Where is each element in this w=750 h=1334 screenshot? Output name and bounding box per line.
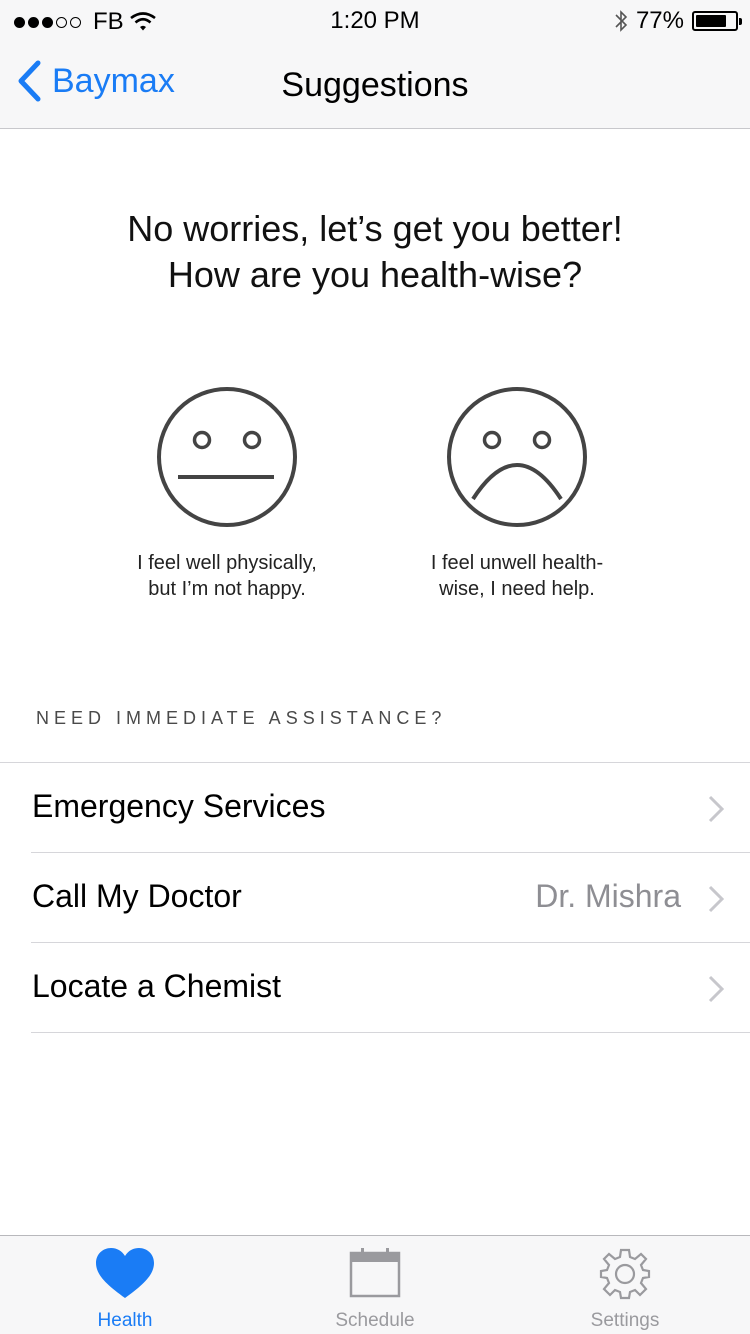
list-item-label: Locate a Chemist: [32, 968, 282, 1004]
option-label: I feel unwell health- wise, I need help.: [397, 550, 637, 602]
prompt-line-2: How are you health-wise?: [167, 254, 583, 295]
top-bar: FB 1:20 PM 77% Baymax Suggestions: [0, 0, 750, 129]
gear-icon: [599, 1248, 651, 1300]
list-item-call-my-doctor[interactable]: Call My Doctor Dr. Mishra: [31, 853, 750, 943]
doctor-name: Dr. Mishra: [535, 878, 681, 914]
tab-settings[interactable]: Settings: [500, 1236, 750, 1334]
status-bar: FB 1:20 PM 77%: [0, 0, 750, 40]
chevron-right-icon: [708, 795, 724, 823]
navigation-bar: Baymax Suggestions: [0, 40, 750, 129]
bluetooth-icon: [615, 10, 628, 32]
list-item-label: Call My Doctor: [32, 878, 242, 914]
option-label-line-2: but I’m not happy.: [148, 578, 306, 600]
heart-icon: [96, 1248, 154, 1298]
mood-options: I feel well physically, but I’m not happ…: [0, 386, 750, 626]
tab-label: Health: [97, 1310, 153, 1331]
page-title: Suggestions: [281, 66, 469, 104]
list-item-emergency-services[interactable]: Emergency Services: [31, 763, 750, 853]
section-header: NEED IMMEDIATE ASSISTANCE?: [36, 708, 447, 728]
sad-face-icon: [447, 387, 587, 527]
tab-label: Schedule: [335, 1310, 415, 1331]
chevron-right-icon: [708, 975, 724, 1003]
option-label-line-1: I feel well physically,: [137, 552, 317, 574]
tab-schedule[interactable]: Schedule: [250, 1236, 500, 1334]
tab-label: Settings: [590, 1310, 660, 1331]
status-right: 77%: [614, 7, 742, 35]
option-label-line-2: wise, I need help.: [439, 578, 595, 600]
option-label: I feel well physically, but I’m not happ…: [107, 550, 347, 602]
battery-percent: 77%: [635, 7, 684, 34]
neutral-face-icon: [157, 387, 297, 527]
calendar-icon: [349, 1248, 401, 1298]
battery-icon: [692, 11, 742, 31]
prompt-text: No worries, let’s get you better! How ar…: [0, 206, 750, 298]
tab-health[interactable]: Health: [0, 1236, 250, 1334]
list-item-locate-a-chemist[interactable]: Locate a Chemist: [31, 943, 750, 1033]
prompt-line-1: No worries, let’s get you better!: [127, 208, 623, 249]
assistance-list: Emergency Services Call My Doctor Dr. Mi…: [0, 762, 750, 1033]
list-item-label: Emergency Services: [32, 788, 326, 824]
option-not-happy[interactable]: I feel well physically, but I’m not happ…: [107, 386, 347, 602]
tab-bar: Health Schedule Settings: [0, 1235, 750, 1334]
option-need-help[interactable]: I feel unwell health- wise, I need help.: [397, 386, 637, 602]
option-label-line-1: I feel unwell health-: [430, 552, 604, 574]
chevron-right-icon: [708, 885, 724, 913]
